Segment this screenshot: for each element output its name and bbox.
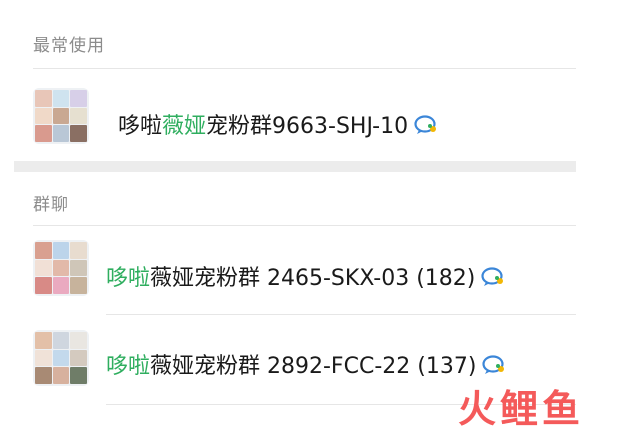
wechat-work-bubble-icon <box>481 266 507 294</box>
wechat-work-bubble-icon <box>414 114 440 142</box>
divider <box>106 314 576 315</box>
recent-chat-row[interactable]: 哆啦薇娅宠粉群9663-SHJ-10 <box>0 80 630 160</box>
chat-name: 哆啦薇娅宠粉群 2892-FCC-22 (137) <box>106 348 508 382</box>
section-spacer <box>14 161 576 172</box>
group-avatar <box>33 240 89 296</box>
group-avatar <box>33 330 89 386</box>
divider <box>33 68 576 69</box>
divider <box>33 225 576 226</box>
group-avatar <box>33 88 89 144</box>
watermark-logo: 火鲤鱼 <box>458 387 585 431</box>
section-title-groups: 群聊 <box>33 195 69 215</box>
chat-name: 哆啦薇娅宠粉群 2465-SKX-03 (182) <box>106 260 507 294</box>
section-title-recent: 最常使用 <box>33 36 105 56</box>
group-chat-row[interactable]: 哆啦薇娅宠粉群 2465-SKX-03 (182) <box>0 232 630 312</box>
chat-name: 哆啦薇娅宠粉群9663-SHJ-10 <box>118 108 440 142</box>
